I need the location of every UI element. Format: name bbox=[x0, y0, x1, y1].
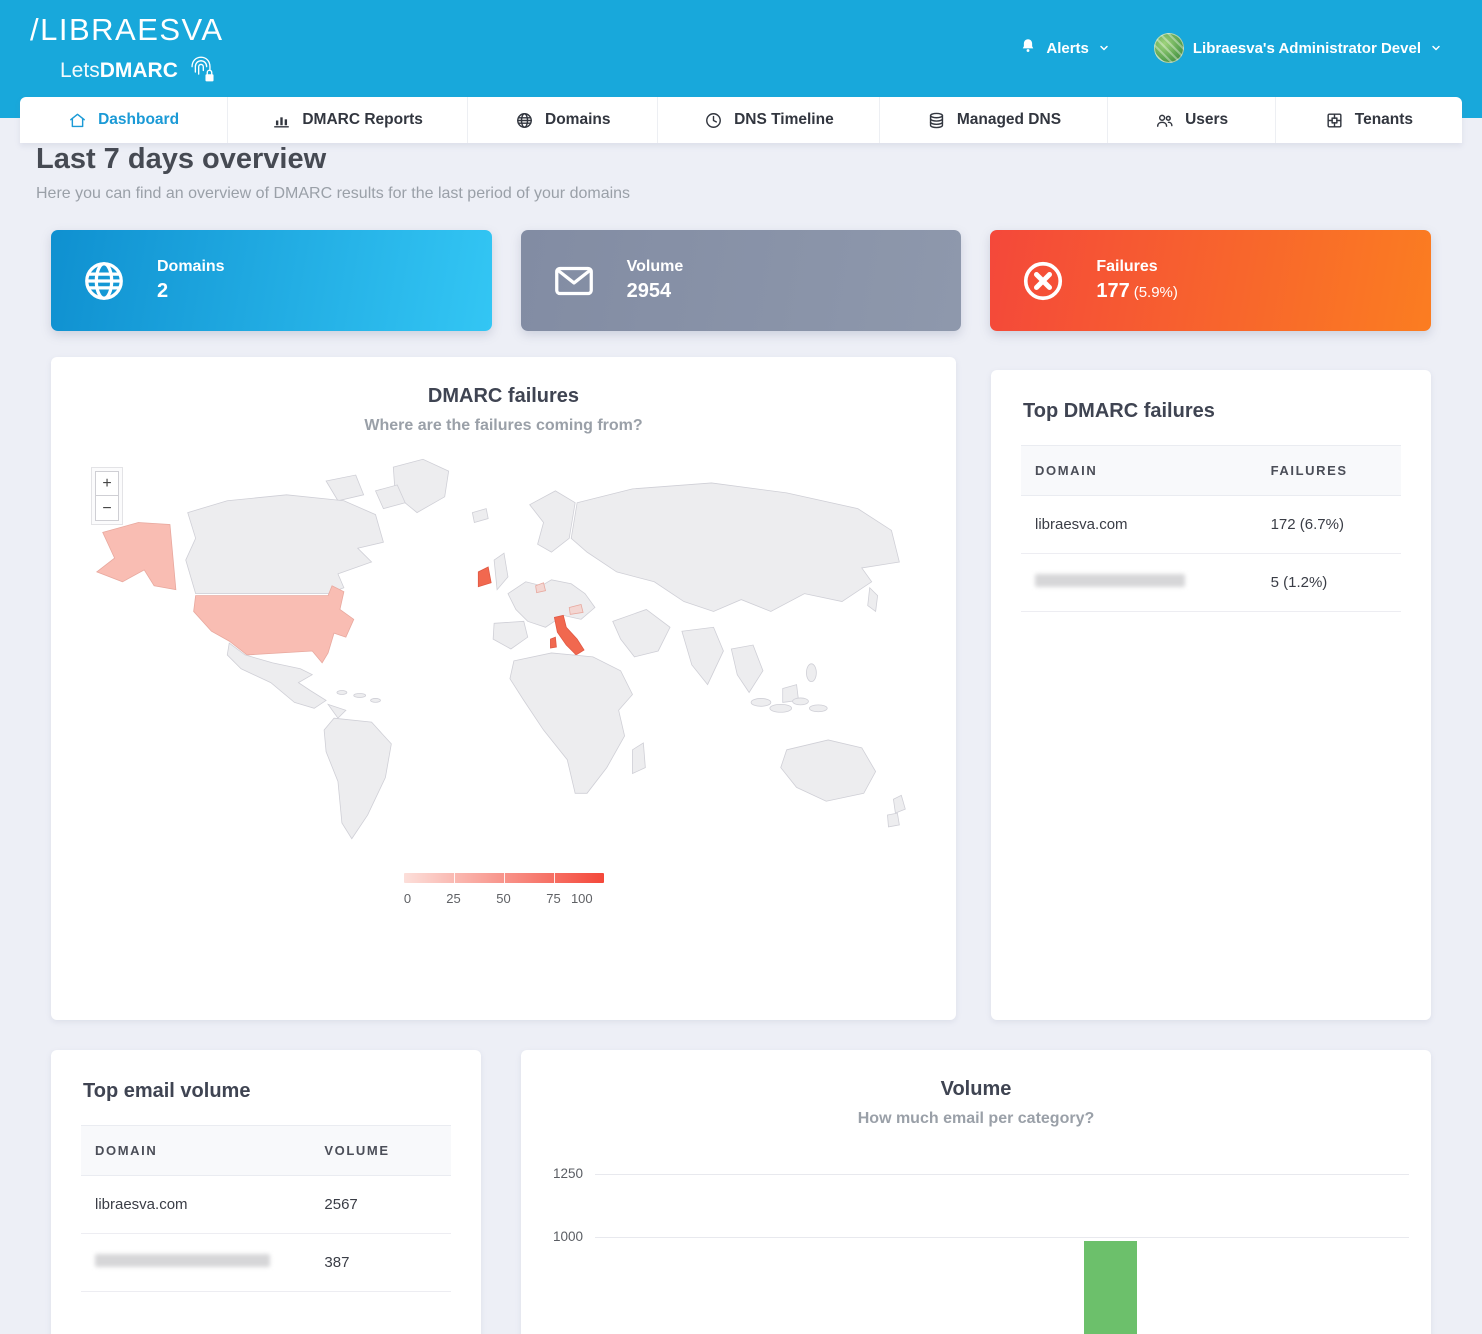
logo-lets: Lets bbox=[60, 59, 100, 82]
tab-label: DMARC Reports bbox=[302, 111, 423, 129]
map-zoom-controls: + − bbox=[91, 467, 123, 525]
globe-icon bbox=[515, 111, 534, 130]
top-failures-title: Top DMARC failures bbox=[991, 370, 1431, 445]
clock-icon bbox=[704, 111, 723, 130]
legend-ticks: 0 25 50 75 100 bbox=[404, 891, 604, 909]
stat-label: Failures bbox=[1096, 258, 1178, 276]
volume-chart-card: Volume How much email per category? 1250… bbox=[521, 1050, 1431, 1334]
database-icon bbox=[927, 111, 946, 130]
redacted-domain bbox=[95, 1254, 270, 1267]
domain-cell: libraesva.com bbox=[1021, 496, 1257, 554]
bar-chart-icon bbox=[272, 111, 291, 130]
zoom-out-button[interactable]: − bbox=[95, 496, 119, 521]
stats-row: Domains 2 Volume 2954 Failures 177(5.9%) bbox=[51, 230, 1431, 331]
column-header-domain: DOMAIN bbox=[1021, 446, 1257, 496]
stat-value: 2 bbox=[157, 280, 225, 303]
home-icon bbox=[68, 111, 87, 130]
zoom-in-button[interactable]: + bbox=[95, 471, 119, 496]
top-dmarc-failures-card: Top DMARC failures DOMAIN FAILURES libra… bbox=[991, 370, 1431, 1020]
tab-managed-dns[interactable]: Managed DNS bbox=[879, 97, 1107, 143]
map-card-subtitle: Where are the failures coming from? bbox=[51, 417, 956, 435]
table-row: libraesva.com 2567 bbox=[81, 1176, 451, 1234]
domain-cell-redacted bbox=[81, 1234, 310, 1292]
main-nav: Dashboard DMARC Reports Domains DNS Time… bbox=[20, 97, 1462, 143]
volume-cell: 2567 bbox=[310, 1176, 451, 1234]
map-container: + − bbox=[51, 449, 956, 879]
chevron-down-icon bbox=[1430, 42, 1442, 54]
domain-cell-redacted bbox=[1021, 554, 1257, 612]
stat-label: Domains bbox=[157, 258, 225, 276]
legend-gradient bbox=[404, 873, 604, 883]
tab-users[interactable]: Users bbox=[1107, 97, 1274, 143]
libraesva-logo-text: /LIBRAESVA bbox=[30, 12, 224, 48]
globe-icon bbox=[51, 258, 157, 304]
domain-cell: libraesva.com bbox=[81, 1176, 310, 1234]
table-row: 5 (1.2%) bbox=[1021, 554, 1401, 612]
brand-logo: /LIBRAESVA LetsDMARC bbox=[30, 12, 224, 92]
tab-domains[interactable]: Domains bbox=[467, 97, 657, 143]
tab-label: Tenants bbox=[1355, 111, 1413, 129]
top-failures-table: DOMAIN FAILURES libraesva.com 172 (6.7%)… bbox=[1021, 445, 1401, 612]
top-volume-title: Top email volume bbox=[51, 1050, 481, 1125]
tab-dns-timeline[interactable]: DNS Timeline bbox=[657, 97, 879, 143]
tenants-icon bbox=[1325, 111, 1344, 130]
envelope-icon bbox=[521, 258, 627, 304]
world-map[interactable] bbox=[79, 449, 929, 849]
tab-label: DNS Timeline bbox=[734, 111, 834, 129]
stat-card-failures[interactable]: Failures 177(5.9%) bbox=[990, 230, 1431, 331]
y-axis-tick: 1000 bbox=[525, 1229, 583, 1244]
page-subtitle: Here you can find an overview of DMARC r… bbox=[36, 185, 1446, 203]
gridline bbox=[595, 1174, 1409, 1175]
column-header-volume: VOLUME bbox=[310, 1126, 451, 1176]
map-card-title: DMARC failures bbox=[51, 357, 956, 408]
main-content: Last 7 days overview Here you can find a… bbox=[0, 143, 1482, 1334]
alerts-menu[interactable]: Alerts bbox=[1019, 37, 1110, 59]
fingerprint-icon bbox=[184, 50, 218, 92]
bell-icon bbox=[1019, 37, 1037, 59]
failures-cell: 172 (6.7%) bbox=[1257, 496, 1401, 554]
volume-chart-subtitle: How much email per category? bbox=[521, 1110, 1431, 1128]
stat-value: 177(5.9%) bbox=[1096, 280, 1178, 303]
volume-bar[interactable] bbox=[1084, 1241, 1137, 1334]
redacted-domain bbox=[1035, 574, 1185, 587]
tab-dmarc-reports[interactable]: DMARC Reports bbox=[227, 97, 467, 143]
volume-chart-title: Volume bbox=[521, 1050, 1431, 1101]
stat-card-volume[interactable]: Volume 2954 bbox=[521, 230, 962, 331]
volume-cell: 387 bbox=[310, 1234, 451, 1292]
user-menu[interactable]: Libraesva's Administrator Devel bbox=[1154, 33, 1442, 63]
stat-label: Volume bbox=[627, 258, 684, 276]
users-icon bbox=[1155, 111, 1174, 130]
gridline bbox=[595, 1237, 1409, 1238]
tab-label: Managed DNS bbox=[957, 111, 1061, 129]
top-volume-table: DOMAIN VOLUME libraesva.com 2567 387 bbox=[81, 1125, 451, 1292]
alerts-label: Alerts bbox=[1046, 40, 1089, 57]
tab-dashboard[interactable]: Dashboard bbox=[20, 97, 227, 143]
logo-dmarc: DMARC bbox=[100, 59, 178, 82]
avatar bbox=[1154, 33, 1184, 63]
chevron-down-icon bbox=[1098, 42, 1110, 54]
stat-percent: (5.9%) bbox=[1134, 284, 1178, 301]
stat-value: 2954 bbox=[627, 280, 684, 303]
tab-label: Users bbox=[1185, 111, 1228, 129]
tab-label: Dashboard bbox=[98, 111, 179, 129]
tab-tenants[interactable]: Tenants bbox=[1275, 97, 1462, 143]
table-row: libraesva.com 172 (6.7%) bbox=[1021, 496, 1401, 554]
page-title: Last 7 days overview bbox=[36, 143, 1446, 176]
dmarc-failures-map-card: DMARC failures Where are the failures co… bbox=[51, 357, 956, 1020]
top-email-volume-card: Top email volume DOMAIN VOLUME libraesva… bbox=[51, 1050, 481, 1334]
column-header-failures: FAILURES bbox=[1257, 446, 1401, 496]
stat-card-domains[interactable]: Domains 2 bbox=[51, 230, 492, 331]
column-header-domain: DOMAIN bbox=[81, 1126, 310, 1176]
letsdmarc-logo: LetsDMARC bbox=[60, 50, 224, 92]
tab-label: Domains bbox=[545, 111, 610, 129]
x-circle-icon bbox=[990, 258, 1096, 304]
table-row: 387 bbox=[81, 1234, 451, 1292]
y-axis-tick: 1250 bbox=[525, 1166, 583, 1181]
map-legend: 0 25 50 75 100 bbox=[404, 873, 604, 909]
failures-cell: 5 (1.2%) bbox=[1257, 554, 1401, 612]
user-name: Libraesva's Administrator Devel bbox=[1193, 40, 1421, 57]
